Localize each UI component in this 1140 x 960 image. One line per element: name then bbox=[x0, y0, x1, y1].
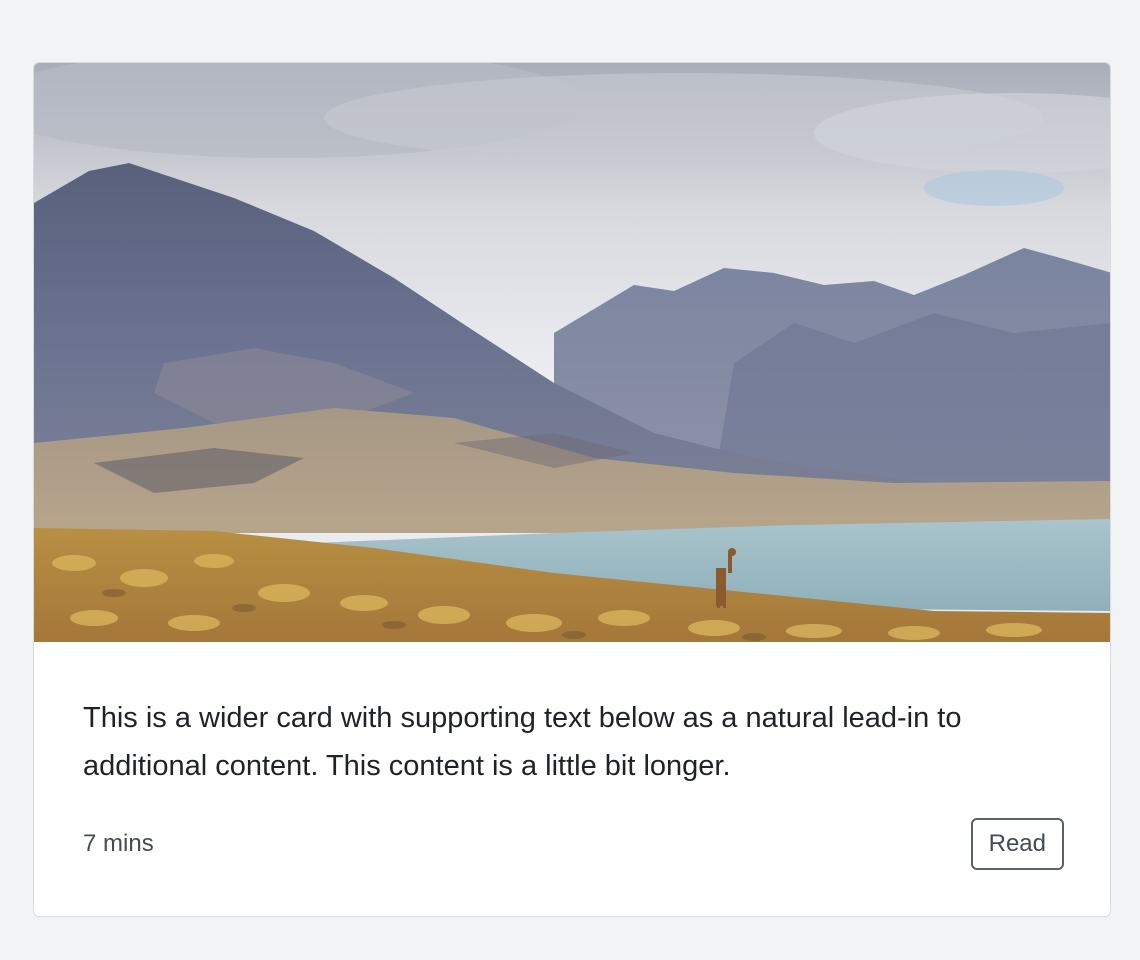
card-text: This is a wider card with supporting tex… bbox=[83, 702, 962, 782]
card-image bbox=[34, 63, 1110, 642]
read-button[interactable]: Read bbox=[970, 818, 1064, 870]
card: This is a wider card with supporting tex… bbox=[33, 62, 1111, 917]
card-read-time: 7 mins bbox=[83, 830, 154, 857]
card-body: This is a wider card with supporting tex… bbox=[34, 642, 1110, 916]
